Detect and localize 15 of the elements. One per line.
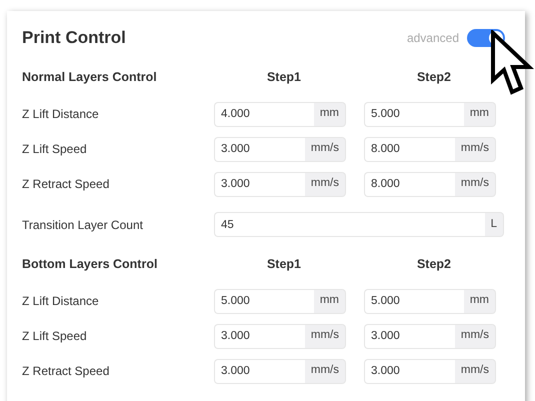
row-label: Z Lift Speed — [22, 141, 88, 158]
column-heading: Step1 — [266, 69, 302, 86]
column-heading: Step2 — [416, 256, 452, 274]
card-title: Print Control — [22, 27, 126, 49]
advanced-label: advanced — [406, 30, 459, 47]
row-label: Z Lift Distance — [22, 293, 100, 310]
column-heading: Step2 — [416, 69, 452, 86]
row-label: Z Lift Speed — [22, 328, 88, 345]
column-heading: Step1 — [266, 256, 302, 274]
section-heading: Bottom Layers Control — [22, 256, 158, 274]
row-label: Z Retract Speed — [22, 363, 110, 380]
section-heading: Normal Layers Control — [22, 69, 158, 86]
row-label: Z Retract Speed — [22, 176, 110, 193]
row-label: Transition Layer Count — [22, 216, 144, 234]
row-label: Z Lift Distance — [22, 106, 100, 123]
